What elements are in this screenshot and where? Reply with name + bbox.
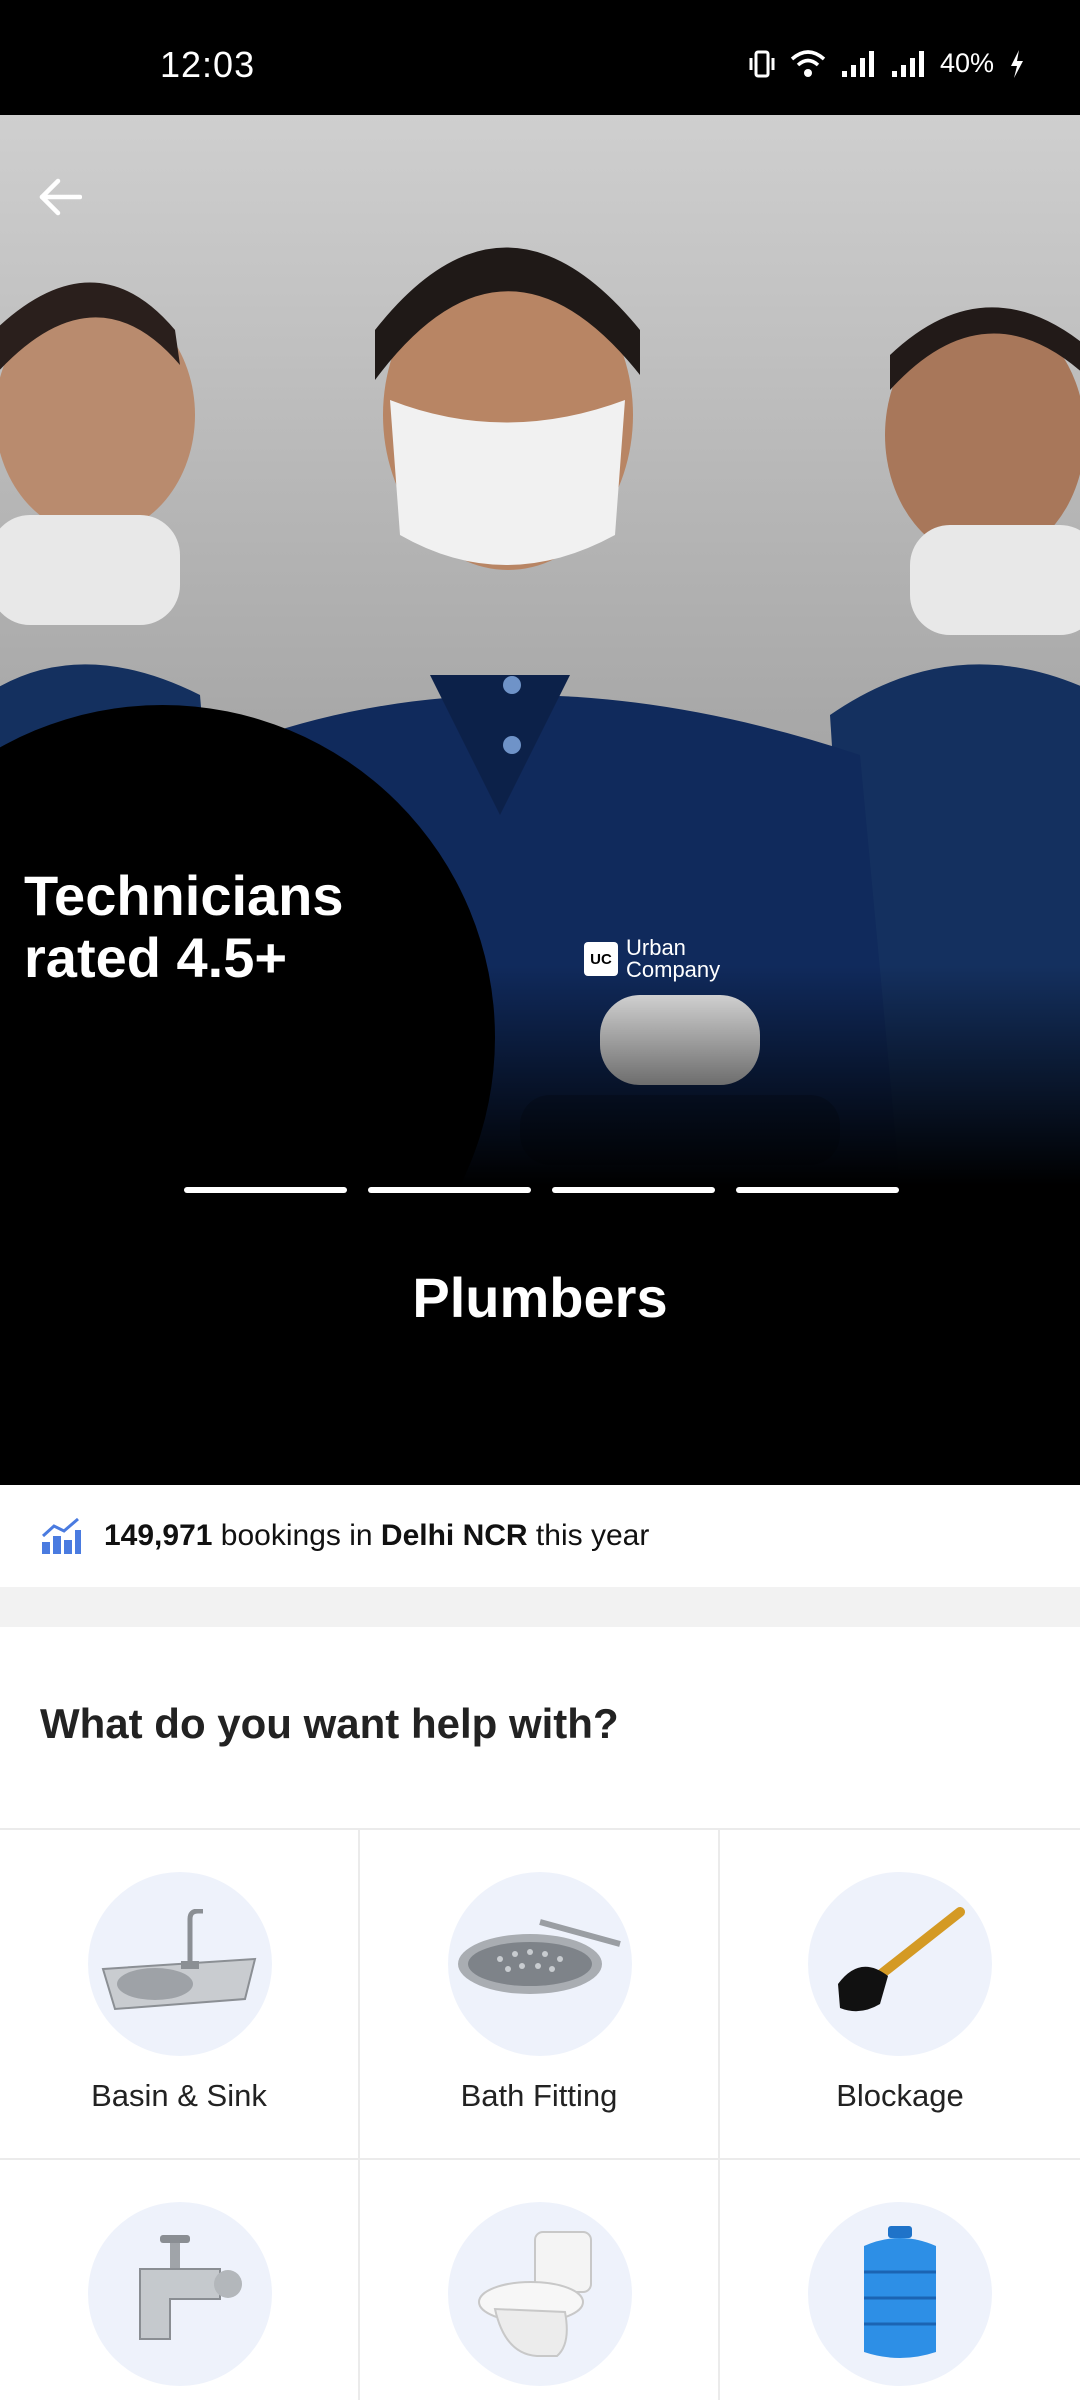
service-label: Bath Fitting [460, 2078, 618, 2113]
service-grid: Basin & Sink Bath Fitting Blockage [0, 1828, 1080, 2400]
brand-logo: UC [584, 942, 618, 976]
battery-level: 40% [939, 48, 994, 78]
toilet-icon [478, 2231, 592, 2357]
signal-icon [891, 50, 924, 77]
trending-chart-icon [41, 1517, 81, 1554]
service-toilet[interactable] [360, 2160, 720, 2400]
carousel-dot[interactable] [184, 1187, 347, 1193]
vibrate-icon [749, 50, 775, 77]
service-icon-bg [88, 1872, 272, 2056]
service-icon-bg [448, 2202, 632, 2386]
carousel-dot[interactable] [736, 1187, 899, 1193]
section-heading: What do you want help with? [40, 1700, 619, 1747]
charging-icon [1011, 49, 1023, 78]
bookings-label: bookings in [212, 1519, 381, 1552]
hero-banner[interactable]: Technicians rated 4.5+ UC Urban Company … [0, 115, 1080, 1485]
bookings-count: 149,971 [104, 1519, 213, 1552]
service-icon-bg [88, 2202, 272, 2386]
service-icon-bg [808, 1872, 992, 2056]
bookings-city: Delhi NCR [380, 1519, 528, 1552]
water-tank-icon [864, 2226, 936, 2358]
signal-icon [841, 50, 874, 77]
brand-name-line2: Company [626, 957, 721, 982]
sink-icon [101, 1909, 257, 2011]
shower-head-icon [458, 1919, 621, 1994]
bookings-suffix: this year [527, 1519, 650, 1552]
carousel-dot[interactable] [368, 1187, 531, 1193]
bookings-stat: 149,971 bookings in Delhi NCR this year [0, 1485, 1080, 1587]
status-icons: 40% [748, 48, 1026, 79]
arrow-left-icon [39, 178, 82, 216]
brand-badge: UC Urban Company [584, 937, 720, 981]
back-button[interactable] [28, 165, 92, 229]
service-label: Basin & Sink [91, 2078, 267, 2113]
status-time: 12:03 [160, 44, 256, 85]
service-water-tank[interactable] [720, 2160, 1080, 2400]
service-icon-bg [808, 2202, 992, 2386]
service-icon-bg [448, 1872, 632, 2056]
tap-icon [139, 2235, 242, 2340]
service-tap[interactable] [0, 2160, 360, 2400]
service-blockage[interactable]: Blockage [720, 1830, 1080, 2160]
plunger-icon [838, 1907, 965, 2012]
service-label: Blockage [836, 2078, 964, 2113]
page-title: Plumbers [412, 1266, 668, 1329]
wifi-icon [790, 49, 826, 77]
carousel-indicator [184, 1187, 899, 1193]
section-divider [0, 1587, 1080, 1627]
service-bath-fitting[interactable]: Bath Fitting [360, 1830, 720, 2160]
promo-text: Technicians rated 4.5+ [24, 864, 344, 989]
status-bar: 12:03 40% [0, 0, 1080, 115]
brand-name: Urban Company [626, 937, 720, 981]
service-basin-sink[interactable]: Basin & Sink [0, 1830, 360, 2160]
bookings-text: 149,971 bookings in Delhi NCR this year [104, 1519, 649, 1553]
carousel-dot[interactable] [552, 1187, 715, 1193]
